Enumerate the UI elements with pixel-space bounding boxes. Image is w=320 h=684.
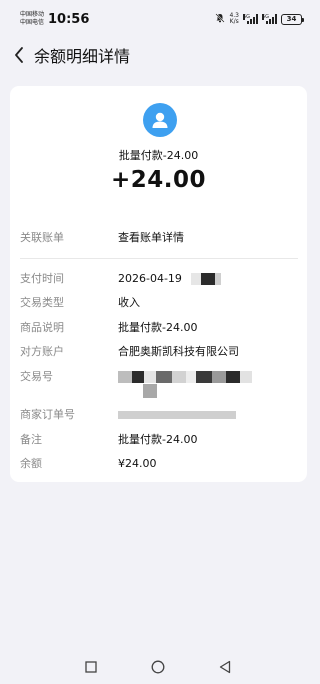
battery-icon: 34: [281, 13, 304, 25]
network-speed: 4.3 K/s: [229, 12, 239, 25]
detail-card: 批量付款-24.00 +24.00 关联账单 查看账单详情 支付时间 2026-…: [10, 86, 307, 482]
user-avatar-icon: [143, 103, 177, 137]
balance-label: 余额: [20, 457, 42, 470]
carrier-names: 中国移动 中国电信: [20, 11, 44, 27]
transaction-amount: +24.00: [110, 167, 207, 193]
page-title: 余额明细详情: [34, 47, 131, 66]
status-icons: 4.3 K/s 5G 5G 34: [215, 12, 304, 26]
linked-account-label: 关联账单: [20, 231, 64, 244]
circle-icon: [151, 660, 165, 674]
chevron-left-icon: [15, 47, 23, 63]
remark-row: 备注 批量付款-24.00: [20, 430, 300, 448]
trade-no-row: 交易号: [20, 367, 300, 385]
carrier-2: 中国电信: [20, 19, 45, 26]
remark-value: 批量付款-24.00: [118, 433, 198, 446]
mute-bell-icon: [215, 12, 226, 26]
trade-type-value: 收入: [118, 296, 140, 309]
recents-button[interactable]: [83, 659, 99, 675]
signal-sim1-icon: 5G: [243, 14, 258, 24]
pay-time-label: 支付时间: [20, 272, 64, 285]
system-nav-bar: [0, 650, 316, 684]
balance-row: 余额 ¥24.00: [20, 454, 300, 472]
remark-label: 备注: [20, 433, 42, 446]
counterparty-value: 合肥奥斯凯科技有限公司: [118, 345, 239, 358]
merchant-order-redacted: [118, 408, 236, 421]
pay-time-row: 支付时间 2026-04-19: [20, 269, 300, 287]
system-back-button[interactable]: [217, 659, 233, 675]
merchant-order-row: 商家订单号: [20, 405, 300, 423]
app-header: 余额明细详情: [0, 38, 316, 72]
carrier-1: 中国移动: [20, 11, 45, 18]
pay-time-value: 2026-04-19: [118, 272, 222, 285]
trade-type-label: 交易类型: [20, 296, 64, 309]
view-bill-link[interactable]: 查看账单详情: [118, 229, 184, 245]
redaction-mask: [143, 384, 157, 398]
redaction-mask: [191, 272, 202, 285]
trade-no-label: 交易号: [20, 370, 53, 383]
goods-desc-label: 商品说明: [20, 321, 64, 334]
triangle-back-icon: [219, 660, 231, 674]
goods-desc-value: 批量付款-24.00: [118, 321, 198, 334]
clock: 10:56: [48, 11, 90, 27]
transaction-subject: 批量付款-24.00: [118, 149, 199, 162]
linked-account-row: 关联账单 查看账单详情: [20, 228, 300, 246]
trade-no-redacted: [118, 370, 252, 383]
divider: [20, 258, 298, 259]
counterparty-row: 对方账户 合肥奥斯凯科技有限公司: [20, 342, 300, 360]
status-bar: 中国移动 中国电信 10:56 4.3 K/s 5G 5G 34: [0, 0, 316, 38]
square-icon: [85, 661, 97, 673]
home-button[interactable]: [150, 659, 166, 675]
goods-desc-row: 商品说明 批量付款-24.00: [20, 318, 300, 336]
merchant-order-label: 商家订单号: [20, 408, 75, 421]
balance-value: ¥24.00: [118, 456, 157, 470]
back-button[interactable]: [12, 47, 26, 63]
trade-type-row: 交易类型 收入: [20, 293, 300, 311]
signal-sim2-icon: 5G: [262, 14, 277, 24]
counterparty-label: 对方账户: [20, 345, 64, 358]
